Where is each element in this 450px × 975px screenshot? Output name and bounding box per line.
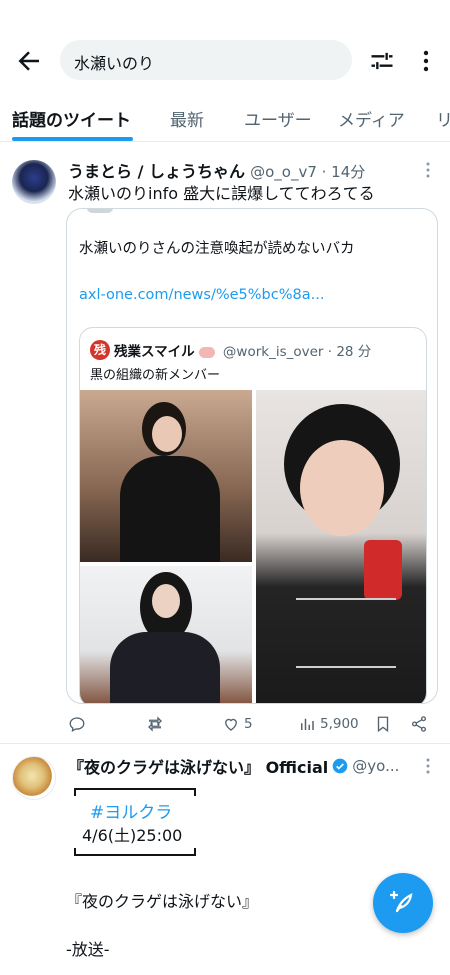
text-bracket-top [74,788,196,796]
media-photo-3[interactable] [80,566,252,703]
nested-quote-header: 残業スマイル @work_is_over · 28 分 [114,340,371,360]
like-count: 5 [244,716,253,732]
tab-lists[interactable]: リ [436,106,450,131]
tweet-text: 水瀬いのりinfo 盛大に誤爆しててわろてる [68,184,375,203]
tab-users[interactable]: ユーザー [244,106,312,131]
tweet[interactable]: 『夜のクラゲは泳げない』 Official @yo... #ヨルクラ 4/6(土… [0,746,450,975]
tweet-more-icon[interactable] [420,756,436,776]
tab-media[interactable]: メディア [338,106,405,131]
tweet-more-icon[interactable] [420,160,436,180]
active-tab-indicator [12,137,133,141]
retweet-icon [148,716,162,732]
tweet-header: 『夜のクラゲは泳げない』 Official @yo... [68,754,413,778]
media-photo-2[interactable] [256,390,426,703]
nested-quote-name: 残業スマイル [114,344,195,360]
views-button[interactable]: 5,900 [298,712,359,736]
photo-figure-face [152,584,180,618]
heart-icon [225,718,237,731]
tab-top-tweets[interactable]: 話題のツイート [12,106,131,131]
reply-icon [69,717,85,732]
media-photo-1[interactable] [80,390,252,562]
pig-emoji-icon [198,346,215,358]
author-name[interactable]: うまとら / しょうちゃん [68,162,245,181]
photo-figure-face [300,440,384,536]
tweet-text-broadcast: -放送- [66,940,110,959]
avatar[interactable] [12,160,56,204]
back-arrow-icon[interactable] [14,46,44,76]
nested-quote-handle-time: @work_is_over · 28 分 [222,344,372,360]
photo-figure-body [120,456,220,562]
search-tabs: 話題のツイート 最新 ユーザー メディア リ [0,96,450,142]
tab-latest[interactable]: 最新 [170,106,204,131]
tweet-header: うまとら / しょうちゃん @o_o_v7 · 14分 [68,158,408,182]
compose-feather-icon [389,890,413,913]
author-handle-time: @o_o_v7 · 14分 [250,163,366,181]
author-name[interactable]: 『夜のクラゲは泳げない』 Official [68,754,328,778]
airtime-text: 4/6(土)25:00 [82,826,183,845]
search-input[interactable]: 水瀬いのり [60,40,352,80]
author-handle: @yo... [352,757,400,775]
share-icon [411,716,427,732]
quoted-tweet-text: 水瀬いのりさんの注意喚起が読めないバカ [79,241,355,257]
compose-tweet-button[interactable] [373,873,433,933]
bookmark-button[interactable] [374,712,392,736]
tweet-actions: 5 5,900 [0,710,450,738]
filter-sliders-icon[interactable] [368,47,396,75]
search-query: 水瀬いのり [74,54,155,73]
views-bar-chart-icon [301,718,314,730]
hashtag-link[interactable]: #ヨルクラ [90,798,172,823]
photo-music-staff [296,598,396,668]
nested-quote-card[interactable]: 残 残業スマイル @work_is_over · 28 分 黒の組織の新メンバー [79,327,427,703]
photo-figure-face [152,416,182,452]
retweet-button[interactable] [146,712,164,736]
tweet[interactable]: うまとら / しょうちゃん @o_o_v7 · 14分 水瀬いのりinfo 盛大… [0,150,450,744]
nested-quote-avatar: 残 [90,340,110,360]
card-avatar-edge [87,209,113,213]
reply-button[interactable] [68,712,86,736]
views-count: 5,900 [320,716,359,732]
avatar[interactable] [12,756,56,800]
quoted-tweet-link[interactable]: axl-one.com/news/%e5%bc%8a... [79,287,324,303]
tweet-text-title: 『夜のクラゲは泳げない』 [66,892,259,911]
share-button[interactable] [410,712,428,736]
top-bar: 水瀬いのり [0,38,450,82]
photo-red-scarf [364,540,402,600]
text-bracket-bottom [74,848,196,856]
quoted-tweet-card[interactable]: 水瀬いのりさんの注意喚起が読めないバカ axl-one.com/news/%e5… [66,208,438,704]
bookmark-icon [377,716,389,733]
verified-badge-icon [332,758,348,774]
more-vertical-icon[interactable] [414,47,438,75]
nested-quote-text: 黒の組織の新メンバー [90,368,221,383]
photo-figure-body [110,632,220,703]
like-button[interactable]: 5 [222,712,253,736]
